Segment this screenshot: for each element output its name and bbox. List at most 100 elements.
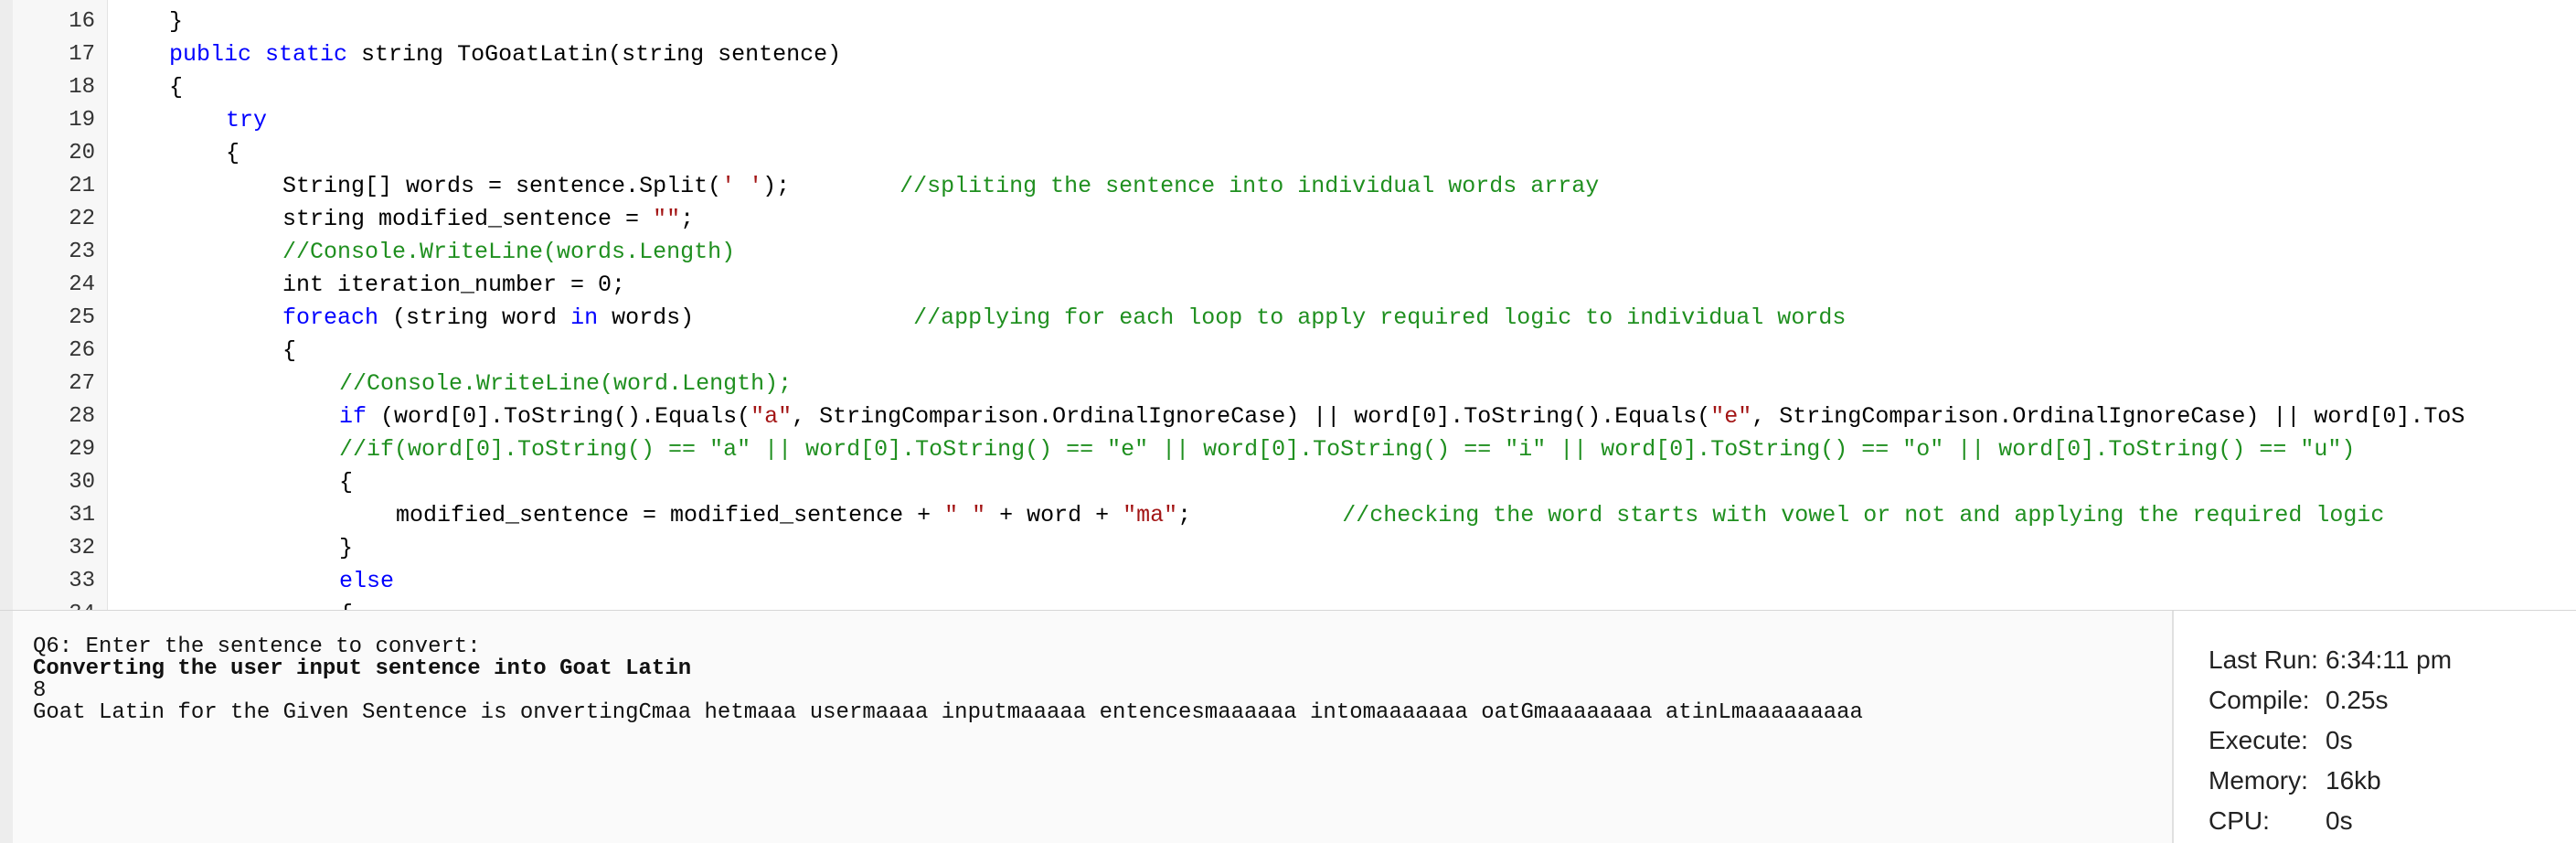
- code-string: ' ': [721, 173, 763, 199]
- code-token: );: [762, 173, 900, 199]
- code-line[interactable]: 30 {: [0, 466, 2576, 499]
- code-text: {: [282, 335, 296, 368]
- line-number: 27: [69, 371, 95, 396]
- code-comment: //checking the word starts with vowel or…: [1342, 502, 2385, 528]
- code-line[interactable]: 25 foreach (string word in words) //apply…: [0, 302, 2576, 335]
- code-text: {: [339, 598, 353, 610]
- line-number: 18: [69, 75, 95, 100]
- line-number: 30: [69, 470, 95, 495]
- code-token: String[] words = sentence.Split(: [282, 173, 722, 199]
- code-line[interactable]: 21 String[] words = sentence.Split(' '); …: [0, 170, 2576, 203]
- code-token: {: [339, 601, 353, 610]
- code-token: ;: [1177, 502, 1343, 528]
- stat-compile: Compile: 0.25s: [2209, 682, 2389, 719]
- code-line[interactable]: 26 {: [0, 335, 2576, 368]
- code-keyword: in: [570, 304, 599, 331]
- code-token: , StringComparison.OrdinalIgnoreCase) ||…: [1751, 403, 2465, 430]
- line-number: 17: [69, 42, 95, 67]
- code-string: "": [653, 206, 681, 232]
- code-text: try: [226, 104, 267, 137]
- code-token: {: [339, 469, 354, 496]
- code-line[interactable]: 18 {: [0, 71, 2576, 104]
- code-string: " ": [944, 502, 986, 528]
- line-number: 26: [69, 338, 95, 363]
- code-keyword: foreach: [282, 304, 379, 331]
- stat-execute: Execute: 0s: [2209, 722, 2353, 759]
- code-line[interactable]: 24 int iteration_number = 0;: [0, 269, 2576, 302]
- code-text: string modified_sentence = "";: [282, 203, 694, 236]
- code-token: words): [598, 304, 914, 331]
- code-text: {: [226, 137, 240, 170]
- code-keyword: try: [226, 107, 268, 133]
- code-line[interactable]: 17 public static string ToGoatLatin(strin…: [0, 38, 2576, 71]
- code-comment: //Console.WriteLine(words.Length): [282, 239, 736, 265]
- stat-label: Memory:: [2209, 766, 2308, 795]
- code-text: int iteration_number = 0;: [282, 269, 625, 302]
- code-line[interactable]: 20 {: [0, 137, 2576, 170]
- code-text: //Console.WriteLine(words.Length): [282, 236, 735, 269]
- code-text: String[] words = sentence.Split(' '); //…: [282, 170, 1599, 203]
- code-line[interactable]: 34 {: [0, 598, 2576, 610]
- code-text: public static string ToGoatLatin(string …: [169, 38, 841, 71]
- code-line[interactable]: 29 //if(word[0].ToString() == "a" || word…: [0, 433, 2576, 466]
- code-token: {: [282, 337, 297, 364]
- line-number: 31: [69, 503, 95, 528]
- line-number: 20: [69, 141, 95, 165]
- code-text: if (word[0].ToString().Equals("a", Strin…: [339, 400, 2464, 433]
- output-heading-line: Converting the user input sentence into …: [33, 656, 692, 681]
- code-string: "a": [750, 403, 793, 430]
- code-line[interactable]: 22 string modified_sentence = "";: [0, 203, 2576, 236]
- code-token: {: [169, 74, 184, 101]
- line-number: 19: [69, 108, 95, 133]
- line-number: 33: [69, 569, 95, 593]
- code-token: modified_sentence = modified_sentence +: [396, 502, 945, 528]
- code-editor[interactable]: 16} 17 public static string ToGoatLatin(st…: [0, 0, 2576, 611]
- stat-label: CPU:: [2209, 806, 2270, 835]
- line-number: 16: [69, 9, 95, 34]
- line-number: 25: [69, 305, 95, 330]
- stat-cpu: CPU: 0s: [2209, 803, 2353, 839]
- stat-value: 0.25s: [2326, 686, 2389, 714]
- output-result-line: Goat Latin for the Given Sentence is onv…: [33, 700, 1863, 725]
- code-token: {: [226, 140, 240, 166]
- line-number: 32: [69, 536, 95, 560]
- output-console: Q6: Enter the sentence to convert: Conve…: [0, 611, 2174, 843]
- code-line[interactable]: 27 //Console.WriteLine(word.Length);: [0, 368, 2576, 400]
- line-number: 21: [69, 174, 95, 198]
- run-stats-panel: Last Run: 6:34:11 pm Compile: 0.25s Execut…: [2176, 611, 2576, 843]
- code-token: }: [169, 8, 184, 35]
- output-prompt-line: Q6: Enter the sentence to convert:: [33, 635, 481, 659]
- code-line[interactable]: 32}: [0, 532, 2576, 565]
- code-line[interactable]: 19 try: [0, 104, 2576, 137]
- code-token: ;: [680, 206, 695, 232]
- code-line[interactable]: 23 //Console.WriteLine(words.Length): [0, 236, 2576, 269]
- stat-value: 6:34:11 pm: [2326, 646, 2453, 674]
- stat-value: 0s: [2326, 806, 2353, 835]
- code-comment: //Console.WriteLine(word.Length);: [339, 370, 793, 397]
- code-text: //if(word[0].ToString() == "a" || word[0…: [339, 433, 2355, 466]
- stat-label: Execute:: [2209, 726, 2308, 754]
- code-comment: //spliting the sentence into individual …: [899, 173, 1600, 199]
- stat-memory: Memory: 16kb: [2209, 763, 2381, 799]
- stat-label: Last Run:: [2209, 646, 2318, 674]
- code-keyword: static: [265, 41, 348, 68]
- code-line[interactable]: 33 else: [0, 565, 2576, 598]
- code-line[interactable]: 28 if (word[0].ToString().Equals("a", Str…: [0, 400, 2576, 433]
- line-number: 24: [69, 272, 95, 297]
- stat-value: 0s: [2326, 726, 2353, 754]
- line-number: 34: [13, 598, 95, 610]
- code-token: , StringComparison.OrdinalIgnoreCase) ||…: [792, 403, 1711, 430]
- code-comment: //applying for each loop to apply requir…: [913, 304, 1847, 331]
- code-text: }: [339, 532, 353, 565]
- code-text: }: [169, 5, 183, 38]
- code-text: modified_sentence = modified_sentence + …: [396, 499, 2384, 532]
- line-number: 23: [69, 240, 95, 264]
- code-string: "e": [1710, 403, 1752, 430]
- code-token: string ToGoatLatin(string sentence): [347, 41, 842, 68]
- code-line[interactable]: 16}: [0, 5, 2576, 38]
- code-text: {: [169, 71, 183, 104]
- code-line[interactable]: 31 modified_sentence = modified_sentence …: [0, 499, 2576, 532]
- code-token: (string word: [378, 304, 571, 331]
- stat-value: 16kb: [2326, 766, 2381, 795]
- code-keyword: public: [169, 41, 252, 68]
